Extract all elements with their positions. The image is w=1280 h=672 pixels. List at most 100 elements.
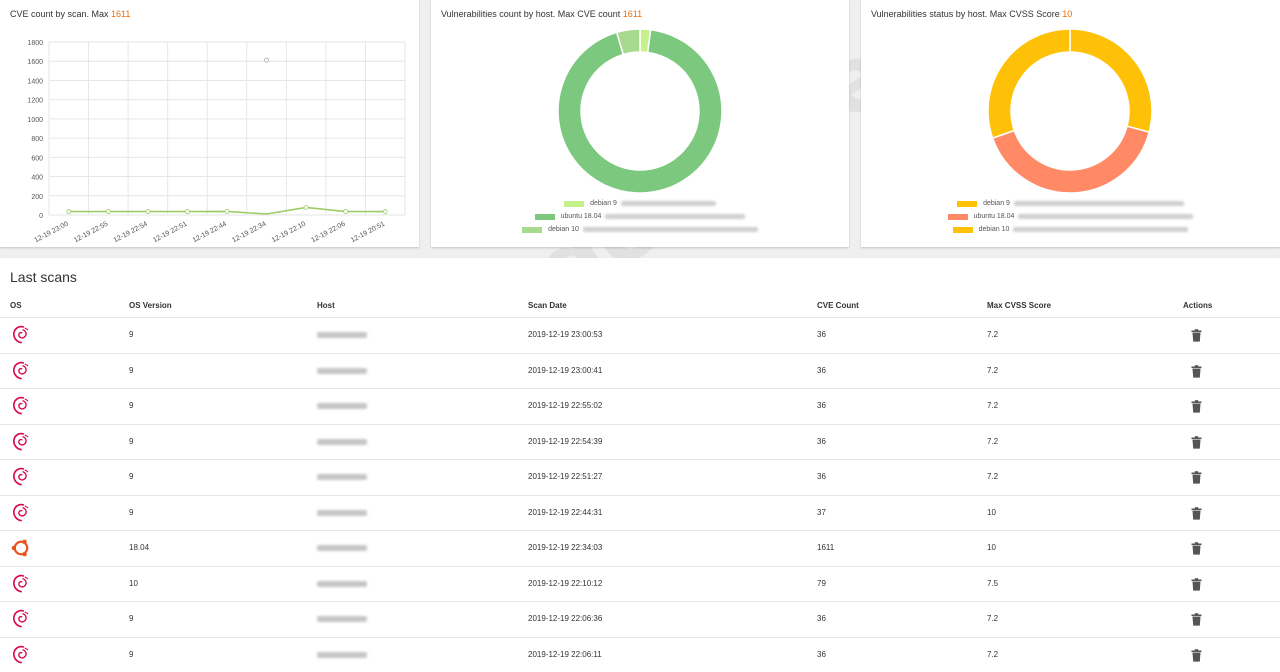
delete-icon[interactable] <box>1191 400 1202 413</box>
legend-swatch <box>952 226 973 233</box>
max-cvss-cell: 10 <box>987 507 996 517</box>
host-cell <box>317 332 367 338</box>
cve-count-cell: 36 <box>817 472 826 481</box>
last-scans-panel: Last scans OS OS Version Host Scan Date … <box>0 258 1280 672</box>
table-row[interactable]: 9 2019-12-19 22:06:11 36 7.2 <box>0 636 1280 672</box>
os-version-cell: 9 <box>129 330 134 339</box>
table-row[interactable]: 9 2019-12-19 22:54:39 36 7.2 <box>0 423 1280 460</box>
legend-swatch <box>957 200 978 207</box>
os-version-cell: 9 <box>129 436 134 446</box>
table-row[interactable]: 9 2019-12-19 22:55:02 36 7.2 <box>0 388 1280 424</box>
legend-swatch <box>522 226 543 233</box>
col-header-max-cvss[interactable]: Max CVSS Score <box>987 301 1051 310</box>
delete-icon[interactable] <box>1191 648 1202 662</box>
delete-icon[interactable] <box>1191 542 1202 555</box>
max-cvss-cell: 7.2 <box>987 472 999 481</box>
os-version-cell: 9 <box>129 649 134 659</box>
scan-date-cell: 2019-12-19 22:54:39 <box>528 436 603 446</box>
data-point <box>66 209 72 214</box>
col-header-cve-count[interactable]: CVE Count <box>817 301 859 310</box>
table-row[interactable]: 18.04 2019-12-19 22:34:03 1611 10 <box>0 530 1280 566</box>
scan-date-cell: 2019-12-19 22:44:31 <box>528 507 603 517</box>
max-cvss-cell: 7.2 <box>987 649 999 659</box>
pie-slice <box>987 28 1071 140</box>
legend-swatch <box>564 200 585 207</box>
legend-item[interactable]: ubuntu 18.04 <box>861 210 1280 223</box>
col-header-host[interactable]: Host <box>317 301 335 310</box>
cve-count-cell: 1611 <box>817 543 835 552</box>
os-version-cell: 9 <box>129 401 134 410</box>
delete-icon[interactable] <box>1191 435 1202 449</box>
legend-item[interactable]: debian 9 <box>861 197 1280 210</box>
os-version-cell: 9 <box>129 365 134 375</box>
col-header-os-version[interactable]: OS Version <box>129 301 172 310</box>
x-tick-label: 12-19 22:54 <box>113 221 149 245</box>
table-row[interactable]: 9 2019-12-19 23:00:41 36 7.2 <box>0 352 1280 389</box>
col-header-scan-date[interactable]: Scan Date <box>528 301 567 310</box>
host-cell <box>317 580 367 587</box>
delete-icon[interactable] <box>1191 506 1202 520</box>
cve-count-cell: 36 <box>817 365 826 375</box>
x-tick-label: 12-19 20:51 <box>350 221 386 245</box>
y-tick-label: 1000 <box>27 117 43 124</box>
y-tick-label: 400 <box>31 175 43 182</box>
debian-icon <box>10 431 32 453</box>
table-row[interactable]: 9 2019-12-19 22:06:36 36 7.2 <box>0 601 1280 637</box>
host-cell <box>317 403 367 409</box>
scan-date-cell: 2019-12-19 23:00:53 <box>528 330 603 339</box>
data-point <box>105 209 111 214</box>
y-tick-label: 1400 <box>27 78 43 85</box>
table-row[interactable]: 9 2019-12-19 22:51:27 36 7.2 <box>0 459 1280 495</box>
last-scans-title: Last scans <box>10 269 77 285</box>
debian-icon <box>10 466 32 488</box>
host-cell <box>317 509 367 516</box>
legend-item[interactable]: debian 9 <box>431 197 849 210</box>
cve-count-cell: 36 <box>817 436 826 446</box>
os-version-cell: 9 <box>129 507 134 517</box>
host-cell <box>317 438 367 445</box>
delete-icon[interactable] <box>1191 329 1202 342</box>
y-tick-label: 1800 <box>27 40 43 47</box>
y-tick-label: 1600 <box>27 59 43 66</box>
legend-item[interactable]: debian 10 <box>861 223 1280 236</box>
cve-line-chart: 0 200 400 600 800 1000 1200 1400 1600 1800 12-19 2… <box>27 40 406 245</box>
vuln-status-card: Vulnerabilities status by host. Max CVSS… <box>861 0 1280 247</box>
table-row[interactable]: 9 2019-12-19 23:00:53 36 7.2 <box>0 317 1280 353</box>
delete-icon[interactable] <box>1191 613 1202 626</box>
cve-count-cell: 36 <box>817 401 826 410</box>
cve-count-cell: 36 <box>817 649 826 659</box>
delete-icon[interactable] <box>1191 577 1202 591</box>
debian-icon <box>10 360 32 382</box>
scan-date-cell: 2019-12-19 22:06:11 <box>528 649 602 659</box>
data-point <box>382 209 388 214</box>
cve-count-card: CVE count by scan. Max 1611 0 200 400 600 80… <box>0 0 419 247</box>
data-point <box>303 205 309 210</box>
legend-item[interactable]: ubuntu 18.04 <box>431 210 849 223</box>
legend-swatch <box>534 213 555 220</box>
os-version-cell: 9 <box>129 614 134 623</box>
legend-item[interactable]: debian 10 <box>431 223 849 236</box>
x-tick-label: 12-19 22:10 <box>271 221 307 245</box>
delete-icon[interactable] <box>1191 364 1202 378</box>
y-tick-label: 1200 <box>27 98 43 105</box>
pie-slice <box>1069 28 1153 134</box>
delete-icon[interactable] <box>1191 471 1202 484</box>
vuln-donut-chart <box>557 28 723 194</box>
debian-icon <box>10 502 32 524</box>
table-row[interactable]: 9 2019-12-19 22:44:31 37 10 <box>0 494 1280 531</box>
cve-count-cell: 36 <box>817 330 826 339</box>
table-row[interactable]: 10 2019-12-19 22:10:12 79 7.5 <box>0 565 1280 602</box>
max-cvss-cell: 10 <box>987 543 996 552</box>
x-tick-label: 12-19 22:44 <box>192 221 228 245</box>
vuln-count-card: Vulnerabilities count by host. Max CVE c… <box>431 0 849 247</box>
max-cvss-cell: 7.2 <box>987 401 999 410</box>
y-tick-label: 600 <box>31 155 43 162</box>
scan-date-cell: 2019-12-19 22:34:03 <box>528 543 603 552</box>
data-point <box>185 209 190 214</box>
data-point <box>224 209 230 214</box>
x-tick-label: 12-19 22:51 <box>152 221 188 245</box>
scan-date-cell: 2019-12-19 22:55:02 <box>528 401 603 410</box>
host-cell <box>317 474 367 480</box>
host-cell <box>317 616 367 622</box>
col-header-os[interactable]: OS <box>10 301 22 310</box>
